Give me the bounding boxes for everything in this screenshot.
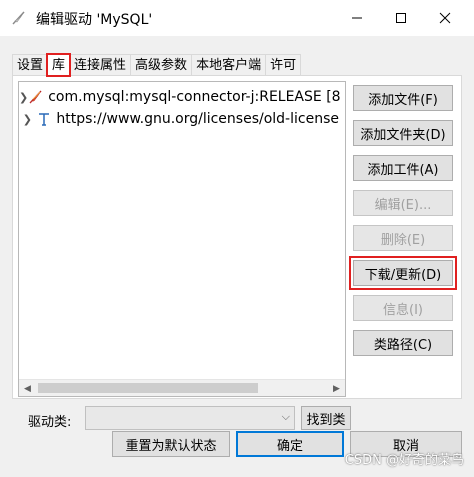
tree-item-label: com.mysql:mysql-connector-j:RELEASE [8 xyxy=(48,89,341,105)
tab-settings[interactable]: 设置 xyxy=(12,54,49,76)
tree-item-label: https://www.gnu.org/licenses/old-license xyxy=(56,111,339,127)
close-button[interactable] xyxy=(422,0,468,36)
maximize-button[interactable] xyxy=(378,0,424,36)
dialog-body: 设置 库 连接属性 高级参数 本地客户端 许可 ❯ com.mysql:mysq… xyxy=(0,36,474,477)
scroll-right-icon[interactable]: ▶ xyxy=(328,380,345,396)
close-icon xyxy=(439,12,451,24)
add-file-button[interactable]: 添加文件(F) xyxy=(353,85,453,111)
info-button[interactable]: 信息(I) xyxy=(353,295,453,321)
maximize-icon xyxy=(396,13,406,23)
driver-class-label: 驱动类: xyxy=(28,415,72,430)
jar-feather-icon xyxy=(28,88,44,106)
minimize-button[interactable] xyxy=(334,0,380,36)
tab-advanced-parameters[interactable]: 高级参数 xyxy=(130,54,193,76)
scroll-left-icon[interactable]: ◀ xyxy=(19,380,36,396)
tab-native-client[interactable]: 本地客户端 xyxy=(191,54,267,76)
horizontal-scrollbar[interactable]: ◀ ▶ xyxy=(19,379,345,396)
minimize-icon xyxy=(352,17,362,19)
window-title: 编辑驱动 'MySQL' xyxy=(36,12,153,28)
tab-libraries[interactable]: 库 xyxy=(46,53,72,77)
class-path-button[interactable]: 类路径(C) xyxy=(353,330,453,356)
edit-button[interactable]: 编辑(E)... xyxy=(353,190,453,216)
tree-item[interactable]: ❯ https://www.gnu.org/licenses/old-licen… xyxy=(19,108,339,130)
tree-item[interactable]: ❯ com.mysql:mysql-connector-j:RELEASE [8 xyxy=(19,86,341,108)
scrollbar-thumb[interactable] xyxy=(38,383,258,393)
reset-defaults-button[interactable]: 重置为默认状态 xyxy=(112,431,230,457)
download-update-button[interactable]: 下载/更新(D) xyxy=(349,256,457,290)
library-tree[interactable]: ❯ com.mysql:mysql-connector-j:RELEASE [8… xyxy=(18,81,346,397)
text-t-icon xyxy=(36,110,53,128)
find-class-button[interactable]: 找到类 xyxy=(301,406,351,430)
add-folder-button[interactable]: 添加文件夹(D) xyxy=(353,120,453,146)
title-bar: 编辑驱动 'MySQL' xyxy=(0,0,474,36)
libraries-panel: ❯ com.mysql:mysql-connector-j:RELEASE [8… xyxy=(12,75,462,430)
driver-class-select[interactable]: ⌵ xyxy=(85,406,295,430)
feather-icon xyxy=(10,9,28,27)
chevron-down-icon[interactable]: ⌵ xyxy=(282,410,290,424)
ok-button[interactable]: 确定 xyxy=(236,431,344,457)
tab-connection-properties[interactable]: 连接属性 xyxy=(69,54,132,76)
watermark-text: CSDN @好奇的菜鸟 xyxy=(344,453,464,468)
chevron-right-icon[interactable]: ❯ xyxy=(19,113,36,126)
add-artifact-button[interactable]: 添加工件(A) xyxy=(353,155,453,181)
delete-button[interactable]: 删除(E) xyxy=(353,225,453,251)
tab-license[interactable]: 许可 xyxy=(265,54,302,76)
chevron-right-icon[interactable]: ❯ xyxy=(19,91,28,104)
tab-strip: 设置 库 连接属性 高级参数 本地客户端 许可 xyxy=(12,53,302,77)
